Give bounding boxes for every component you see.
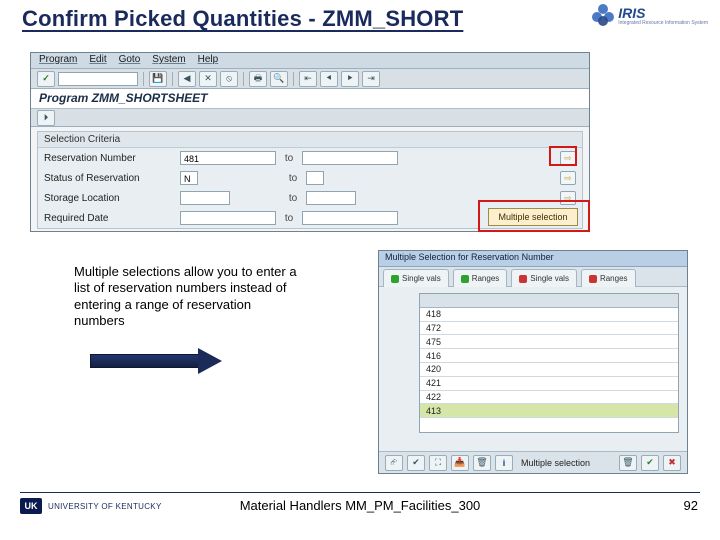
help-button[interactable]: i [495, 455, 513, 471]
grid-row-empty[interactable] [420, 418, 678, 432]
options-button[interactable]: ⛶ [429, 455, 447, 471]
label-storage-location: Storage Location [44, 193, 174, 204]
next-page-button[interactable]: ⯈ [341, 71, 359, 87]
command-field[interactable] [58, 72, 138, 86]
dialog-title: Multiple Selection for Reservation Numbe… [379, 251, 687, 267]
row-status: Status of Reservation N to [38, 168, 582, 188]
grid-row[interactable]: 475 [420, 335, 678, 349]
tab-label: Single vals [530, 274, 569, 283]
delete-all-button[interactable]: 🗑 [619, 455, 637, 471]
first-page-button[interactable]: ⇤ [299, 71, 317, 87]
highlight-ms-button [549, 146, 577, 166]
menu-goto[interactable]: Goto [119, 54, 141, 67]
app-toolbar: ⏵ [31, 109, 589, 127]
menu-edit[interactable]: Edit [89, 54, 106, 67]
menubar: Program Edit Goto System Help [31, 53, 589, 69]
iris-sub: Integrated Resource Information System [618, 21, 708, 26]
group-title: Selection Criteria [38, 132, 582, 148]
tab-label: Single vals [402, 274, 441, 283]
exit-button[interactable]: ✕ [199, 71, 217, 87]
last-page-button[interactable]: ⇥ [362, 71, 380, 87]
arrow-icon [90, 348, 230, 374]
to-label: to [286, 193, 300, 204]
accept-button[interactable]: ✔ [641, 455, 659, 471]
row-reservation-number: Reservation Number 481 to [38, 148, 582, 168]
multiple-selection-button-status[interactable] [560, 171, 576, 185]
status-from-input[interactable]: N [180, 171, 198, 185]
label-status: Status of Reservation [44, 173, 174, 184]
toolbar: 💾 ◀ ✕ ⦸ 🖶 🔍 ⇤ ⯇ ⯈ ⇥ [31, 69, 589, 89]
check-button[interactable]: ✔ [407, 455, 425, 471]
storage-from-input[interactable] [180, 191, 230, 205]
grid-row[interactable]: 416 [420, 349, 678, 363]
execute-button[interactable]: ⏵ [37, 110, 55, 126]
program-header: Program ZMM_SHORTSHEET [31, 89, 589, 109]
import-button[interactable]: 📥 [451, 455, 469, 471]
label-required-date: Required Date [44, 213, 174, 224]
dialog-tabs: Single vals Ranges Single vals Ranges [379, 267, 687, 287]
menu-system[interactable]: System [152, 54, 185, 67]
iris-logo: IRIS Integrated Resource Information Sys… [592, 4, 708, 26]
slide-title: Confirm Picked Quantities - ZMM_SHORT [22, 6, 463, 32]
enter-button[interactable] [37, 71, 55, 87]
label-reservation-number: Reservation Number [44, 153, 174, 164]
sap-multiple-selection-dialog: Multiple Selection for Reservation Numbe… [378, 250, 688, 474]
footer-center: Material Handlers MM_PM_Facilities_300 [0, 498, 720, 513]
to-label: to [282, 153, 296, 164]
grid-row[interactable]: 472 [420, 322, 678, 336]
tab-include-single[interactable]: Single vals [383, 269, 449, 287]
bottom-label: Multiple selection [521, 458, 590, 468]
grid-row-selected[interactable]: 413 [420, 404, 678, 418]
copy-button[interactable]: ⮳ [385, 455, 403, 471]
tab-label: Ranges [600, 274, 628, 283]
tab-label: Ranges [472, 274, 500, 283]
to-label: to [282, 213, 296, 224]
find-button[interactable]: 🔍 [270, 71, 288, 87]
storage-to-input[interactable] [306, 191, 356, 205]
annotation-text: Multiple selections allow you to enter a… [74, 264, 300, 329]
dialog-bottom-toolbar: ⮳ ✔ ⛶ 📥 🗑 i Multiple selection 🗑 ✔ ✖ [379, 451, 687, 473]
menu-program[interactable]: Program [39, 54, 77, 67]
prev-page-button[interactable]: ⯇ [320, 71, 338, 87]
menu-help[interactable]: Help [198, 54, 219, 67]
delete-row-button[interactable]: 🗑 [473, 455, 491, 471]
callout-multiple-selection: Multiple selection [488, 208, 578, 226]
cancel-dialog-button[interactable]: ✖ [663, 455, 681, 471]
print-button[interactable]: 🖶 [249, 71, 267, 87]
date-from-input[interactable] [180, 211, 276, 225]
grid-header [420, 294, 678, 308]
tab-exclude-single[interactable]: Single vals [511, 269, 577, 287]
page-number: 92 [684, 498, 698, 513]
iris-icon [592, 4, 614, 26]
values-grid[interactable]: 418 472 475 416 420 421 422 413 [419, 293, 679, 433]
date-to-input[interactable] [302, 211, 398, 225]
to-label: to [286, 173, 300, 184]
reservation-to-input[interactable] [302, 151, 398, 165]
footer-rule [20, 492, 700, 493]
save-button[interactable]: 💾 [149, 71, 167, 87]
tab-exclude-ranges[interactable]: Ranges [581, 269, 636, 287]
cancel-button[interactable]: ⦸ [220, 71, 238, 87]
grid-row[interactable]: 422 [420, 391, 678, 405]
reservation-from-input[interactable]: 481 [180, 151, 276, 165]
iris-word: IRIS [618, 5, 708, 21]
status-to-input[interactable] [306, 171, 324, 185]
grid-row[interactable]: 420 [420, 363, 678, 377]
back-button[interactable]: ◀ [178, 71, 196, 87]
grid-row[interactable]: 418 [420, 308, 678, 322]
tab-include-ranges[interactable]: Ranges [453, 269, 508, 287]
grid-row[interactable]: 421 [420, 377, 678, 391]
